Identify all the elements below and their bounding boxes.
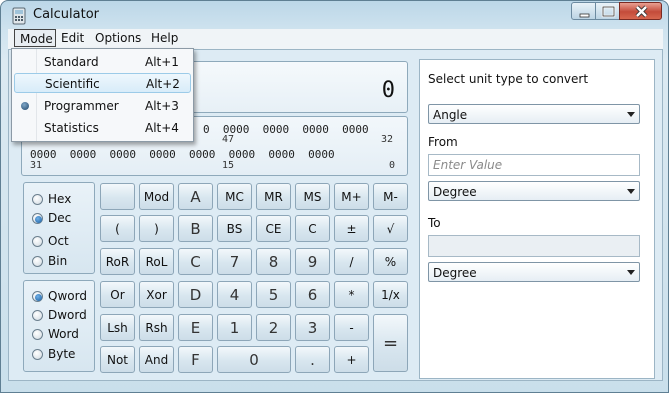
menu-bar: Mode Edit Options Help xyxy=(8,29,663,49)
from-value-placeholder: Enter Value xyxy=(433,158,503,172)
key-9[interactable]: 9 xyxy=(295,248,330,275)
bit-index-31: 31 xyxy=(30,160,43,171)
minimize-button[interactable] xyxy=(571,2,596,20)
to-unit-value: Degree xyxy=(433,266,477,280)
dropdown-arrow-icon xyxy=(627,112,635,117)
key-ce[interactable]: CE xyxy=(256,215,291,242)
key-3[interactable]: 3 xyxy=(295,314,330,341)
radio-button-selected-icon xyxy=(32,291,43,302)
to-unit-select[interactable]: Degree xyxy=(428,262,640,282)
bit-row-2: 0000 0000 0000 0000 0000 0000 0000 0000 xyxy=(30,148,335,161)
key-rol[interactable]: RoL xyxy=(139,248,174,275)
selected-bullet-icon xyxy=(21,102,29,110)
radio-button-icon xyxy=(32,194,43,205)
key-2[interactable]: 2 xyxy=(256,314,291,341)
to-value-output xyxy=(428,235,640,257)
key-sqrt[interactable]: √ xyxy=(373,215,408,242)
calculator-icon xyxy=(11,7,27,25)
minimize-icon xyxy=(579,13,590,18)
key-b[interactable]: B xyxy=(178,215,213,242)
bit-index-15: 15 xyxy=(222,160,235,171)
key-mr[interactable]: MR xyxy=(256,183,291,210)
key-add[interactable]: + xyxy=(334,346,369,373)
close-icon xyxy=(635,5,648,18)
key-decimal[interactable]: . xyxy=(295,346,330,373)
key-d[interactable]: D xyxy=(178,281,213,308)
maximize-icon xyxy=(601,5,616,18)
from-label: From xyxy=(428,135,458,149)
to-label: To xyxy=(428,216,441,230)
radio-button-icon xyxy=(32,329,43,340)
maximize-button[interactable] xyxy=(595,2,620,20)
radix-group: Hex Dec Oct Bin xyxy=(23,182,95,274)
display-value: 0 xyxy=(381,78,395,103)
key-1[interactable]: 1 xyxy=(217,314,252,341)
bit-index-0: 0 xyxy=(389,160,396,171)
bit-index-47: 47 xyxy=(222,134,235,145)
key-mod[interactable]: Mod xyxy=(139,183,174,210)
menu-item-statistics[interactable]: Statistics Alt+4 xyxy=(14,118,191,138)
mode-menu-dropdown: Standard Alt+1 Scientific Alt+2 Programm… xyxy=(11,48,194,142)
key-rsh[interactable]: Rsh xyxy=(139,314,174,341)
menu-item-standard[interactable]: Standard Alt+1 xyxy=(14,52,191,72)
key-plus-minus[interactable]: ± xyxy=(334,215,369,242)
key-ms[interactable]: MS xyxy=(295,183,330,210)
key-4[interactable]: 4 xyxy=(217,281,252,308)
key-open-paren[interactable]: ( xyxy=(100,215,135,242)
key-ror[interactable]: RoR xyxy=(100,248,135,275)
from-unit-value: Degree xyxy=(433,185,477,199)
from-unit-select[interactable]: Degree xyxy=(428,181,640,201)
word-size-group: Qword Dword Word Byte xyxy=(23,280,95,372)
close-button[interactable] xyxy=(619,2,662,20)
key-multiply[interactable]: * xyxy=(334,281,369,308)
key-lsh[interactable]: Lsh xyxy=(100,314,135,341)
key-blank xyxy=(100,183,135,210)
calculator-window: Calculator Mode Edit Options Help 0 0 00… xyxy=(0,0,669,393)
key-subtract[interactable]: - xyxy=(334,314,369,341)
unit-type-heading: Select unit type to convert xyxy=(428,72,589,86)
unit-type-value: Angle xyxy=(433,108,468,122)
key-e[interactable]: E xyxy=(178,314,213,341)
from-value-input[interactable]: Enter Value xyxy=(428,154,640,176)
key-and[interactable]: And xyxy=(139,346,174,373)
dropdown-arrow-icon xyxy=(627,189,635,194)
key-8[interactable]: 8 xyxy=(256,248,291,275)
menu-edit[interactable]: Edit xyxy=(60,29,84,47)
key-equals[interactable]: = xyxy=(373,314,408,372)
key-c[interactable]: C xyxy=(178,248,213,275)
key-not[interactable]: Not xyxy=(100,346,135,373)
menu-help[interactable]: Help xyxy=(151,29,178,47)
key-a[interactable]: A xyxy=(178,183,213,210)
key-0[interactable]: 0 xyxy=(217,346,291,373)
menu-options[interactable]: Options xyxy=(95,29,141,47)
key-5[interactable]: 5 xyxy=(256,281,291,308)
bit-index-32: 32 xyxy=(381,134,394,145)
key-divide[interactable]: / xyxy=(334,248,369,275)
key-7[interactable]: 7 xyxy=(217,248,252,275)
key-reciprocal[interactable]: 1/x xyxy=(373,281,408,308)
radio-button-icon xyxy=(32,349,43,360)
key-6[interactable]: 6 xyxy=(295,281,330,308)
menu-item-programmer[interactable]: Programmer Alt+3 xyxy=(14,96,191,116)
key-m-minus[interactable]: M- xyxy=(373,183,408,210)
radio-button-selected-icon xyxy=(32,213,43,224)
key-f[interactable]: F xyxy=(178,346,213,373)
unit-type-select[interactable]: Angle xyxy=(428,104,640,124)
key-xor[interactable]: Xor xyxy=(139,281,174,308)
radio-button-icon xyxy=(32,310,43,321)
menu-mode[interactable]: Mode xyxy=(14,29,56,47)
radio-button-icon xyxy=(32,256,43,267)
key-or[interactable]: Or xyxy=(100,281,135,308)
key-clear[interactable]: C xyxy=(295,215,330,242)
key-close-paren[interactable]: ) xyxy=(139,215,174,242)
key-m-plus[interactable]: M+ xyxy=(334,183,369,210)
menu-item-scientific[interactable]: Scientific Alt+2 xyxy=(14,73,191,93)
dropdown-arrow-icon xyxy=(627,270,635,275)
window-title: Calculator xyxy=(33,7,100,22)
key-mc[interactable]: MC xyxy=(217,183,252,210)
key-backspace[interactable]: BS xyxy=(217,215,252,242)
unit-conversion-panel: Select unit type to convert Angle From E… xyxy=(419,59,655,379)
radio-button-icon xyxy=(32,236,43,247)
key-percent[interactable]: % xyxy=(373,248,408,275)
